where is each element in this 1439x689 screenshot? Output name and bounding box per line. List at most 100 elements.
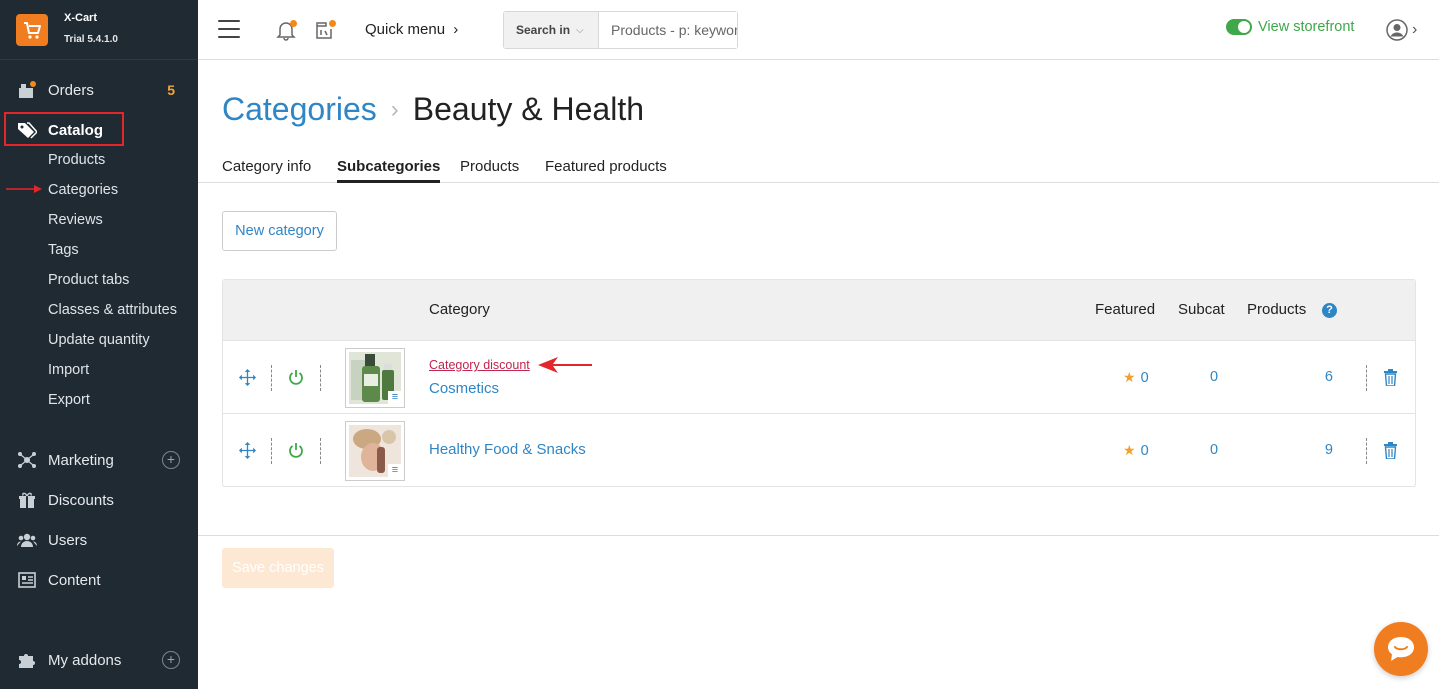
trash-icon[interactable] <box>1383 442 1398 459</box>
help-icon[interactable]: ? <box>1322 303 1337 318</box>
sidebar-item-label: Reviews <box>48 212 103 228</box>
category-thumbnail[interactable]: ≡ <box>345 348 405 408</box>
trash-icon[interactable] <box>1383 369 1398 386</box>
user-avatar-icon <box>1386 19 1408 41</box>
sidebar-item-label: Import <box>48 362 90 378</box>
sidebar-item-product-tabs[interactable]: Product tabs <box>0 265 198 295</box>
tab-category-info[interactable]: Category info <box>222 158 311 183</box>
sidebar-item-label: My addons <box>48 651 122 669</box>
column-header-products[interactable]: Products <box>1247 301 1306 318</box>
sidebar-item-update-quantity[interactable]: Update quantity <box>0 325 198 355</box>
new-category-button[interactable]: New category <box>222 211 337 251</box>
storefront-toggle[interactable] <box>1226 19 1252 35</box>
red-pointer-arrow-icon <box>6 185 42 193</box>
drag-move-icon[interactable] <box>239 442 256 459</box>
brand[interactable]: X-Cart Trial 5.4.1.0 <box>0 0 198 60</box>
drag-move-icon[interactable] <box>239 369 256 386</box>
sidebar-item-label: Tags <box>48 242 79 258</box>
sidebar-item-marketing[interactable]: Marketing + <box>0 445 198 475</box>
power-toggle-icon[interactable] <box>288 442 304 458</box>
sidebar-item-content[interactable]: Content <box>0 565 198 595</box>
tab-subcategories[interactable]: Subcategories <box>337 158 441 183</box>
quick-menu-label: Quick menu <box>365 21 446 38</box>
sidebar-item-label: Content <box>48 571 101 589</box>
orders-icon <box>17 80 37 100</box>
column-header-featured[interactable]: Featured <box>1095 301 1155 318</box>
main-content: Categories › Beauty & Health Category in… <box>198 61 1439 689</box>
sidebar-item-label: Marketing <box>48 451 114 469</box>
sidebar-item-label: Update quantity <box>48 332 150 348</box>
table-row: ≡ Healthy Food & Snacks ★ 0 0 9 <box>223 414 1415 487</box>
sidebar-item-label: Product tabs <box>48 272 130 288</box>
sidebar-item-label: Discounts <box>48 491 114 509</box>
products-count[interactable]: 9 <box>1313 442 1333 458</box>
sidebar-item-classes-attributes[interactable]: Classes & attributes <box>0 295 198 325</box>
featured-value: 0 <box>1140 369 1149 386</box>
category-name-link[interactable]: Healthy Food & Snacks <box>429 441 586 458</box>
red-pointer-arrow-icon <box>538 357 592 373</box>
subcategories-table: Category Featured Subcat Products ? ≡ Ca… <box>222 279 1416 487</box>
gift-icon <box>17 490 37 510</box>
sidebar-item-products[interactable]: Products <box>0 145 198 175</box>
column-header-subcat[interactable]: Subcat <box>1178 301 1225 318</box>
sidebar-item-label: Products <box>48 152 106 168</box>
table-row: ≡ Category discount Cosmetics ★ 0 0 6 <box>223 341 1415 414</box>
save-changes-button[interactable]: Save changes <box>222 548 334 588</box>
search-bar: Search in ⌵ <box>503 11 738 49</box>
sidebar-item-users[interactable]: Users <box>0 525 198 555</box>
category-name-link[interactable]: Cosmetics <box>429 380 499 397</box>
category-thumbnail[interactable]: ≡ <box>345 421 405 481</box>
featured-count[interactable]: ★ 0 <box>1123 369 1149 386</box>
notification-bell-icon[interactable] <box>274 18 298 42</box>
tab-bar: Category info Subcategories Products Fea… <box>198 158 1439 183</box>
brand-version: Trial 5.4.1.0 <box>64 34 118 46</box>
search-input[interactable] <box>599 12 737 48</box>
featured-count[interactable]: ★ 0 <box>1123 442 1149 459</box>
orders-count-badge: 5 <box>167 82 175 98</box>
subcat-count[interactable]: 0 <box>1209 369 1219 385</box>
view-storefront-link[interactable]: View storefront <box>1226 19 1354 35</box>
marketing-icon <box>17 450 37 470</box>
star-icon: ★ <box>1123 442 1136 458</box>
xcart-logo-icon <box>16 13 48 46</box>
quick-menu-button[interactable]: Quick menu › <box>365 21 458 38</box>
sidebar-item-import[interactable]: Import <box>0 355 198 385</box>
sidebar-item-label: Export <box>48 392 90 408</box>
sidebar-item-tags[interactable]: Tags <box>0 235 198 265</box>
chevron-right-icon: › <box>1412 21 1418 38</box>
hamburger-menu-icon[interactable] <box>218 20 240 38</box>
sidebar-item-orders[interactable]: Orders 5 <box>0 75 198 105</box>
sidebar-item-export[interactable]: Export <box>0 385 198 415</box>
user-menu[interactable]: › <box>1386 19 1417 41</box>
puzzle-icon <box>17 650 37 670</box>
brand-name: X-Cart <box>64 12 98 25</box>
users-icon <box>17 530 37 550</box>
sidebar-item-label: Users <box>48 531 88 549</box>
search-scope-select[interactable]: Search in ⌵ <box>504 12 599 48</box>
breadcrumb-categories-link[interactable]: Categories <box>222 91 377 128</box>
content-icon <box>17 570 37 590</box>
sidebar: X-Cart Trial 5.4.1.0 Orders 5 Catalog Pr… <box>0 0 198 689</box>
sidebar-item-label: Categories <box>48 182 119 198</box>
sidebar-item-my-addons[interactable]: My addons + <box>0 645 198 675</box>
products-count[interactable]: 6 <box>1313 369 1333 385</box>
category-discount-link[interactable]: Category discount <box>429 358 530 372</box>
subcat-count[interactable]: 0 <box>1209 442 1219 458</box>
chevron-down-icon: ⌵ <box>576 24 584 36</box>
chat-support-icon[interactable] <box>1374 622 1428 676</box>
search-scope-label: Search in <box>516 23 571 37</box>
add-addon-button[interactable]: + <box>162 651 180 669</box>
power-toggle-icon[interactable] <box>288 369 304 385</box>
marketplace-icon[interactable] <box>313 18 337 42</box>
breadcrumb: Categories › Beauty & Health <box>222 91 644 128</box>
sidebar-item-discounts[interactable]: Discounts <box>0 485 198 515</box>
add-marketing-button[interactable]: + <box>162 451 180 469</box>
featured-value: 0 <box>1140 442 1149 459</box>
tab-featured-products[interactable]: Featured products <box>545 158 667 183</box>
sidebar-item-label: Classes & attributes <box>48 302 177 318</box>
tab-products[interactable]: Products <box>460 158 519 183</box>
sidebar-item-reviews[interactable]: Reviews <box>0 205 198 235</box>
column-header-category[interactable]: Category <box>429 301 490 318</box>
breadcrumb-separator-icon: › <box>390 95 399 123</box>
table-header: Category Featured Subcat Products ? <box>223 280 1415 341</box>
